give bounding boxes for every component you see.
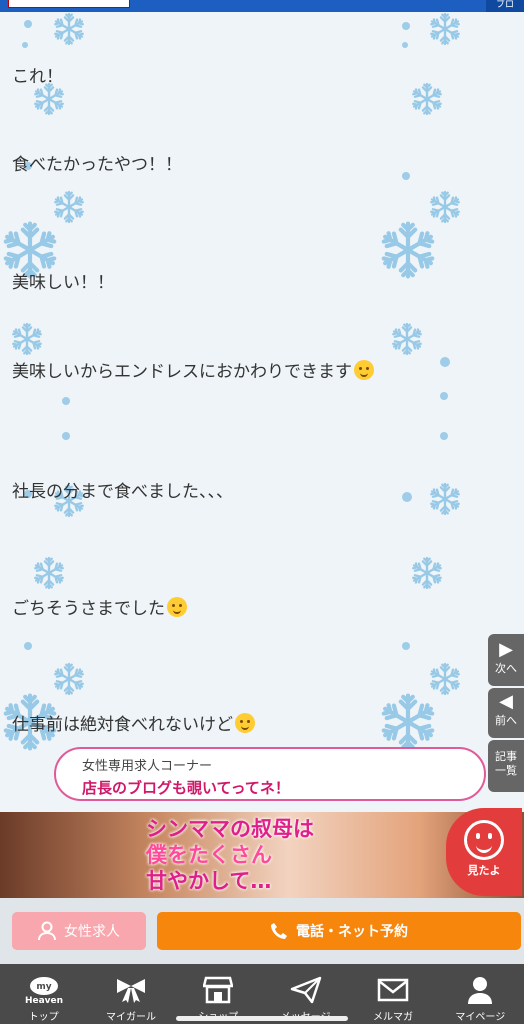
snowflake-icon <box>32 556 66 590</box>
next-label: 次へ <box>495 662 517 675</box>
snowflake-icon <box>52 662 86 696</box>
post-line: 社長の分まで食べました、、、 <box>12 482 233 502</box>
tab-mail-magazine[interactable]: メルマガ <box>349 964 436 1024</box>
post-line: 食べたかったやつ！！ <box>12 155 182 175</box>
list-label: 記事一覧 <box>495 750 517 777</box>
yum-face-icon <box>167 597 187 617</box>
mail-icon <box>377 978 409 1002</box>
snow-dot <box>402 492 412 502</box>
post-line: これ！ <box>12 67 63 87</box>
snowflake-icon <box>428 482 462 516</box>
snow-dot <box>440 432 448 440</box>
ribbon-icon <box>116 979 145 1003</box>
snow-dot <box>62 397 70 405</box>
snowflake-icon <box>52 12 86 46</box>
paper-plane-icon <box>290 976 321 1004</box>
snowflake-icon <box>410 82 444 116</box>
post-line: 美味しいからエンドレスにおかわりできます <box>12 357 374 382</box>
my-heaven-icon: my Heaven <box>25 977 63 1004</box>
tab-top[interactable]: my Heaven トップ <box>0 964 87 1024</box>
woozy-face-icon <box>354 360 374 380</box>
reserve-button[interactable]: 電話・ネット予約 <box>157 912 521 950</box>
post-list-button[interactable]: 記事一覧 <box>488 740 524 792</box>
recruit-banner-caption: 女性専用求人コーナー <box>82 759 213 774</box>
post-line: 仕事前は絶対食べれないけど <box>12 710 255 735</box>
next-post-button[interactable]: ▶ 次へ <box>488 634 524 686</box>
snowflake-icon <box>428 662 462 696</box>
top-header: ブロ <box>0 0 524 12</box>
snow-dot <box>440 357 450 367</box>
tab-shop[interactable]: ショップ <box>175 964 262 1024</box>
snowflake-icon <box>32 82 66 116</box>
snow-dot <box>402 642 410 650</box>
snowflake-icon <box>378 220 438 280</box>
snowflake-icon <box>52 190 86 224</box>
snowflake-icon <box>378 692 438 752</box>
blog-body: これ！ 食べたかったやつ！！ 美味しい！！ 美味しいからエンドレスにおかわりでき… <box>0 12 524 812</box>
snow-dot <box>402 22 410 30</box>
smirk-face-icon <box>235 713 255 733</box>
snowflake-icon <box>428 12 462 46</box>
user-icon <box>468 977 493 1004</box>
prev-post-button[interactable]: ◀ 前へ <box>488 688 524 738</box>
snow-dot <box>402 42 408 48</box>
mitayo-label: 見たよ <box>467 864 501 877</box>
bottom-tab-bar: myHeaven トップ マイガール ショップ メッセージ メルマガ マイページ <box>0 964 524 1024</box>
snow-dot <box>24 20 32 28</box>
snowflake-icon <box>10 322 44 356</box>
shop-logo[interactable] <box>8 0 130 8</box>
snowflake-icon <box>428 190 462 224</box>
home-indicator <box>176 1016 348 1021</box>
smile-icon <box>464 820 504 860</box>
svg-text:my: my <box>36 982 51 992</box>
recruit-banner[interactable]: 女性専用求人コーナー 店長のブログも覗いてってネ！ <box>54 747 486 801</box>
snowflake-icon <box>410 556 444 590</box>
post-line: ごちそうさまでした <box>12 594 187 619</box>
shop-icon <box>203 976 234 1004</box>
blog-corner-button[interactable]: ブロ <box>486 0 524 12</box>
snow-dot <box>22 42 28 48</box>
cta-bar: 女性求人 電話・ネット予約 <box>0 898 524 964</box>
mitayo-button[interactable]: 見たよ <box>446 808 522 896</box>
snow-dot <box>440 392 448 400</box>
post-line: 美味しい！！ <box>12 273 114 293</box>
snow-dot <box>24 642 32 650</box>
tab-my-page[interactable]: マイページ <box>437 964 524 1024</box>
snow-dot <box>62 432 70 440</box>
tab-my-girl[interactable]: マイガール <box>87 964 174 1024</box>
snowflake-icon <box>390 322 424 356</box>
phone-icon <box>271 923 287 939</box>
back-icon: ◀ <box>499 691 513 712</box>
snow-dot <box>402 172 410 180</box>
svg-text:Heaven: Heaven <box>25 996 63 1004</box>
play-icon: ▶ <box>499 639 513 660</box>
tab-message[interactable]: メッセージ <box>262 964 349 1024</box>
women-recruit-button[interactable]: 女性求人 <box>12 912 146 950</box>
ad-copy: シンママの叔母は 僕をたくさん 甘やかして… <box>146 817 314 893</box>
person-icon <box>38 921 56 941</box>
recruit-banner-title: 店長のブログも覗いてってネ！ <box>82 779 290 797</box>
prev-label: 前へ <box>495 714 517 727</box>
